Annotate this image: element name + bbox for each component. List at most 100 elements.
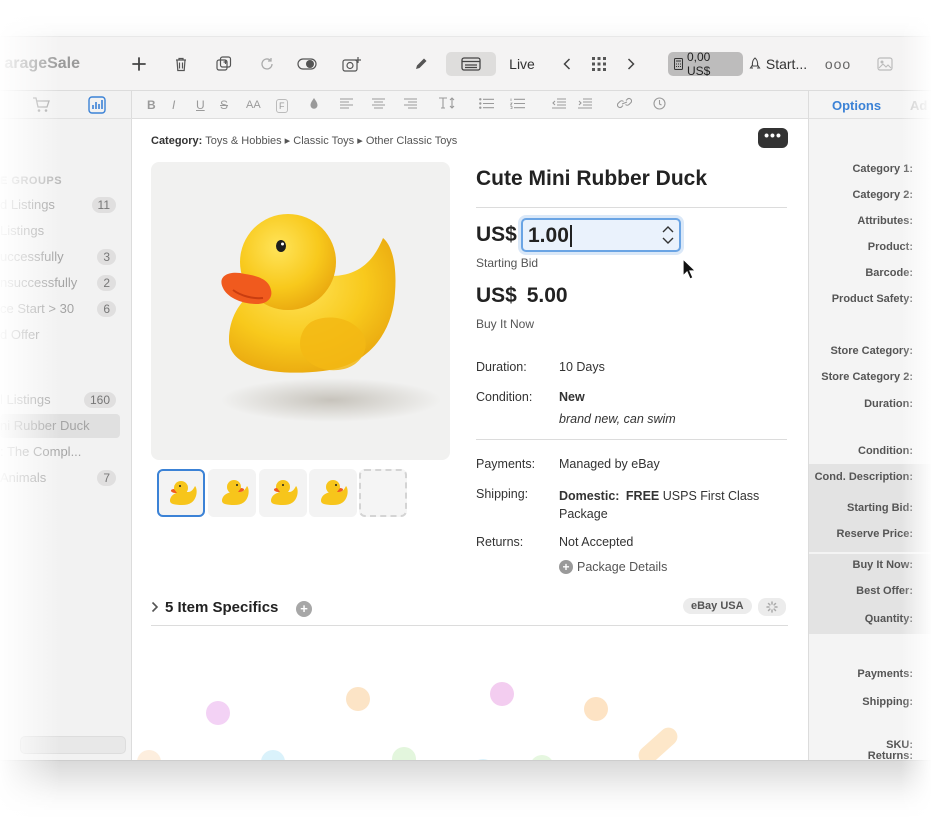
chevron-right-icon[interactable]	[622, 52, 640, 76]
condition-note[interactable]: brand new, can swim	[559, 412, 676, 426]
returns-value[interactable]: Not Accepted	[559, 535, 633, 549]
buy-it-now-price[interactable]: US$ 5.00	[476, 284, 568, 308]
starting-bid-input[interactable]: 1.00	[521, 218, 681, 252]
font-face-button[interactable]: F	[276, 99, 288, 113]
pencil-icon[interactable]	[410, 52, 432, 76]
sidebar-scrollbar[interactable]	[20, 736, 126, 754]
sidebar-item[interactable]: l Listings 160	[0, 388, 120, 412]
item-specifics-header[interactable]: 5 Item Specifics + eBay USA	[151, 594, 788, 626]
thumbnail-2[interactable]	[208, 469, 256, 517]
listing-title[interactable]: Cute Mini Rubber Duck	[476, 167, 707, 191]
stepper-icon[interactable]	[661, 223, 675, 247]
add-photo-slot[interactable]	[359, 469, 407, 517]
category-breadcrumb[interactable]: Category: Toys & Hobbies ▸ Classic Toys …	[151, 134, 457, 147]
cart-icon[interactable]	[32, 96, 50, 114]
underline-button[interactable]: U	[196, 97, 205, 113]
tab-ad[interactable]: Ad	[910, 98, 927, 113]
inspector-label: Payments:	[857, 668, 913, 680]
sidebar-item-label: uccessfully	[0, 249, 64, 264]
duration-value[interactable]: 10 Days	[559, 360, 605, 374]
inspector-label: Starting Bid:	[847, 502, 913, 514]
bullet-list-icon[interactable]	[479, 97, 494, 113]
chart-icon[interactable]	[88, 96, 106, 114]
marketplace-badge[interactable]: eBay USA	[683, 598, 752, 614]
price-badge-text: 0,00 US$	[687, 50, 711, 78]
shipping-value[interactable]: Domestic: FREE USPS First Class Package	[559, 487, 789, 523]
sidebar-item[interactable]: d Offer	[0, 323, 120, 347]
spinner-icon	[758, 598, 786, 616]
condition-value[interactable]: New	[559, 390, 585, 404]
refresh-icon[interactable]	[256, 52, 278, 76]
condition-label: Condition:	[476, 390, 533, 404]
thumbnail-1[interactable]	[157, 469, 205, 517]
text-color-icon[interactable]	[309, 97, 319, 114]
link-icon[interactable]	[616, 97, 633, 113]
main-photo[interactable]	[151, 162, 450, 460]
divider	[476, 439, 787, 440]
align-left-icon[interactable]	[340, 97, 353, 113]
shipping-label: Shipping:	[476, 487, 529, 501]
price-summary-button[interactable]: 0,00 US$	[668, 50, 743, 78]
live-button[interactable]: Live	[506, 52, 538, 76]
more-button[interactable]: •••	[758, 128, 788, 148]
layout-icon[interactable]	[446, 52, 496, 76]
add-photo-icon[interactable]	[340, 52, 364, 76]
toggle-icon[interactable]	[295, 52, 319, 76]
inspector-label: Shipping:	[862, 696, 913, 708]
sidebar-item[interactable]: nsuccessfully 2	[0, 271, 120, 295]
tab-options[interactable]: Options	[832, 98, 881, 113]
confetti	[471, 759, 495, 760]
chevron-left-icon[interactable]	[558, 52, 576, 76]
align-center-icon[interactable]	[372, 97, 385, 113]
strikethrough-button[interactable]: S	[220, 97, 228, 113]
inspector-label: Barcode:	[865, 267, 913, 279]
thumbnail-4[interactable]	[309, 469, 357, 517]
package-details-button[interactable]: + Package Details	[559, 560, 667, 574]
inspector-label: Category 2:	[852, 189, 913, 201]
sidebar-item-selected[interactable]: ni Rubber Duck	[0, 414, 120, 438]
sidebar-item-label: d Offer	[0, 327, 40, 342]
shipping-free: FREE	[625, 489, 660, 503]
sidebar-section-title: E GROUPS	[0, 175, 63, 187]
sidebar-item-label: l Listings	[0, 392, 51, 407]
font-size-button[interactable]: AA	[246, 97, 261, 113]
mouse-cursor-icon	[682, 257, 697, 285]
plus-icon[interactable]	[128, 52, 150, 76]
grid-icon[interactable]	[589, 52, 609, 76]
sidebar-item[interactable]: Animals 7	[0, 466, 120, 490]
outdent-icon[interactable]	[552, 97, 566, 113]
italic-button[interactable]: I	[172, 97, 175, 113]
sidebar-item[interactable]: d Listings 11	[0, 193, 120, 217]
align-right-icon[interactable]	[404, 97, 417, 113]
line-spacing-icon[interactable]	[438, 97, 456, 113]
starting-bid-currency: US$	[476, 223, 517, 246]
inspector-label: SKU:	[886, 739, 913, 751]
rocket-icon	[749, 57, 761, 69]
numbered-list-icon[interactable]	[509, 97, 525, 113]
special-icon[interactable]	[653, 97, 666, 114]
sidebar-item[interactable]: uccessfully 3	[0, 245, 120, 269]
indent-icon[interactable]	[578, 97, 592, 113]
sidebar-item[interactable]: : The Compl...	[0, 440, 120, 464]
starting-bid-value: 1.00	[528, 224, 569, 247]
sidebar-item-count: 160	[83, 392, 116, 408]
start-button[interactable]: Start...	[746, 52, 810, 76]
trash-icon[interactable]	[170, 52, 192, 76]
condition-note-text: brand new, can swim	[559, 412, 676, 426]
image-icon[interactable]	[875, 52, 895, 76]
shipping-domestic: Domestic:	[559, 489, 620, 503]
chevron-right-icon[interactable]	[151, 600, 159, 616]
sidebar-item[interactable]: ce Start > 30 6	[0, 297, 120, 321]
add-specific-icon[interactable]: +	[296, 601, 312, 617]
confetti	[346, 687, 370, 711]
duplicate-icon[interactable]	[213, 52, 235, 76]
payments-value[interactable]: Managed by eBay	[559, 457, 660, 471]
thumbnail-3[interactable]	[259, 469, 307, 517]
more-options-icon[interactable]: ooo	[825, 52, 850, 76]
sidebar-item-count: 7	[97, 470, 116, 486]
category-label: Category:	[151, 135, 203, 147]
bold-button[interactable]: B	[147, 97, 156, 113]
payments-label: Payments:	[476, 457, 536, 471]
confetti	[261, 750, 285, 760]
sidebar-item[interactable]: Listings	[0, 219, 120, 243]
